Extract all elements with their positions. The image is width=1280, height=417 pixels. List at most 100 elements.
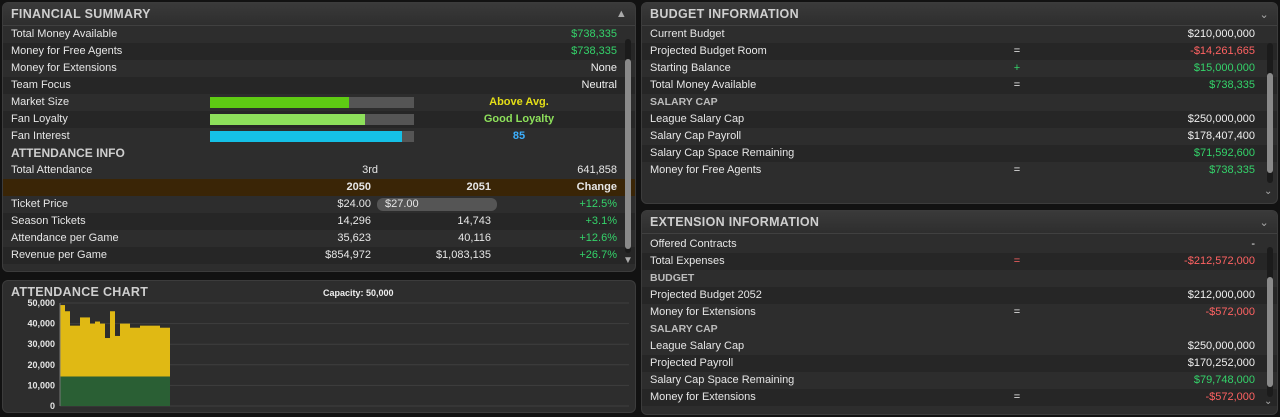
table-row: Team Focus Neutral <box>3 77 635 94</box>
attendance-bar <box>125 323 130 377</box>
change-value: +26.7% <box>579 249 617 261</box>
row-value: $170,252,000 <box>1187 357 1255 369</box>
scrollbar-thumb[interactable] <box>1267 277 1273 387</box>
row-label: Starting Balance <box>650 62 731 74</box>
table-row: Current Budget $210,000,000 <box>642 26 1277 43</box>
row-label: Fan Loyalty <box>11 113 68 125</box>
attendance-chart-panel: ATTENDANCE CHART Capacity: 50,000 50,000… <box>2 280 636 413</box>
row-label: Ticket Price <box>11 198 69 210</box>
level-text: Good Loyalty <box>483 113 555 125</box>
operator: + <box>1013 62 1021 74</box>
row-label: Fan Interest <box>11 130 70 142</box>
scrollbar[interactable] <box>625 39 631 253</box>
attendance-bar <box>80 317 85 377</box>
season-ticket-bar <box>130 376 135 406</box>
table-row: Total Attendance 3rd 641,858 <box>3 162 635 179</box>
scrollbar-thumb[interactable] <box>1267 73 1273 173</box>
row-value: $24.00 <box>337 198 371 210</box>
table-row: Salary Cap Space Remaining $79,748,000 <box>642 372 1277 389</box>
y-tick-label: 0 <box>50 401 55 411</box>
column-header: 2051 <box>466 181 491 193</box>
panel-title: FINANCIAL SUMMARY <box>11 7 151 21</box>
scrollbar-thumb[interactable] <box>625 59 631 249</box>
panel-title: EXTENSION INFORMATION <box>650 215 820 229</box>
chevron-down-icon[interactable]: ▼ <box>623 255 633 266</box>
table-row: League Salary Cap $250,000,000 <box>642 338 1277 355</box>
change-value: +12.5% <box>579 198 617 210</box>
attendance-bar <box>60 305 65 377</box>
attendance-bar <box>70 325 75 377</box>
row-value: $738,335 <box>571 28 617 40</box>
row-value: $1,083,135 <box>435 249 491 261</box>
row-value: -$14,261,665 <box>1190 45 1255 57</box>
operator: = <box>1013 255 1021 267</box>
ticket-price-input[interactable]: $27.00 <box>377 198 497 211</box>
column-header: Change <box>576 181 617 193</box>
season-ticket-bar <box>80 376 85 406</box>
table-row: Money for Extensions None <box>3 60 635 77</box>
row-value: $15,000,000 <box>1193 62 1255 74</box>
row-value: $79,748,000 <box>1193 374 1255 386</box>
level-text: Above Avg. <box>489 96 549 108</box>
row-label: Total Expenses <box>650 255 725 267</box>
row-value: 641,858 <box>577 164 617 176</box>
attendance-info-title: ATTENDANCE INFO <box>11 146 125 160</box>
row-label: Team Focus <box>11 79 71 91</box>
season-ticket-bar <box>155 376 160 406</box>
column-header: 2050 <box>346 181 371 193</box>
row-label: Money for Extensions <box>650 391 756 403</box>
row-value: $71,592,600 <box>1193 147 1255 159</box>
chevron-down-icon[interactable]: ⌄ <box>1264 186 1272 197</box>
row-label: Money for Free Agents <box>650 164 762 176</box>
attendance-bar <box>90 323 95 377</box>
ticket-price-value: $27.00 <box>385 198 419 210</box>
extension-information-panel: EXTENSION INFORMATION ⌄ Offered Contract… <box>641 210 1278 415</box>
scrollbar[interactable] <box>1267 43 1273 183</box>
season-ticket-bar <box>165 376 170 406</box>
table-row: Money for Extensions = -$572,000 <box>642 304 1277 321</box>
row-label: Attendance per Game <box>11 232 119 244</box>
season-ticket-bar <box>85 376 90 406</box>
row-value: $210,000,000 <box>1187 28 1255 40</box>
attendance-bar <box>150 325 155 377</box>
level-bar-fill <box>210 131 402 142</box>
table-row: Projected Budget 2052 $212,000,000 <box>642 287 1277 304</box>
row-label: Total Money Available <box>11 28 118 40</box>
section-label: SALARY CAP <box>650 96 718 108</box>
column-header-row: 2050 2051 Change <box>3 179 635 196</box>
y-tick-label: 50,000 <box>27 298 55 308</box>
table-row: Total Money Available $738,335 <box>3 26 635 43</box>
row-value: -$572,000 <box>1205 391 1255 403</box>
operator: = <box>1013 164 1021 176</box>
table-row: League Salary Cap $250,000,000 <box>642 111 1277 128</box>
attendance-bar <box>130 327 135 377</box>
row-label: Salary Cap Space Remaining <box>650 147 795 159</box>
row-value: Neutral <box>581 79 617 91</box>
season-ticket-bar <box>110 376 115 406</box>
chevron-down-icon[interactable]: ⌄ <box>1259 216 1269 229</box>
row-value: $854,972 <box>325 249 371 261</box>
change-value: +3.1% <box>585 215 618 227</box>
chevron-down-icon[interactable]: ⌄ <box>1259 8 1269 21</box>
attendance-bar <box>145 325 150 377</box>
season-ticket-bar <box>75 376 80 406</box>
row-value: None <box>590 62 617 74</box>
chevron-up-icon[interactable]: ▲ <box>616 8 627 20</box>
season-ticket-bar <box>115 376 120 406</box>
table-row: Fan Loyalty Good Loyalty <box>3 111 635 128</box>
row-value: -$572,000 <box>1205 306 1255 318</box>
season-ticket-bar <box>100 376 105 406</box>
section-label: SALARY CAP <box>650 323 718 335</box>
row-label: Projected Budget Room <box>650 45 767 57</box>
operator: = <box>1013 45 1021 57</box>
table-row: Money for Free Agents $738,335 <box>3 43 635 60</box>
attendance-bar <box>135 327 140 377</box>
row-value: -$212,572,000 <box>1184 255 1255 267</box>
scrollbar[interactable] <box>1267 247 1273 397</box>
chevron-down-icon[interactable]: ⌄ <box>1264 396 1272 407</box>
season-ticket-bar <box>90 376 95 406</box>
season-ticket-bar <box>105 376 110 406</box>
row-label: Money for Free Agents <box>11 45 123 57</box>
season-ticket-bar <box>140 376 145 406</box>
season-ticket-bar <box>60 376 65 406</box>
